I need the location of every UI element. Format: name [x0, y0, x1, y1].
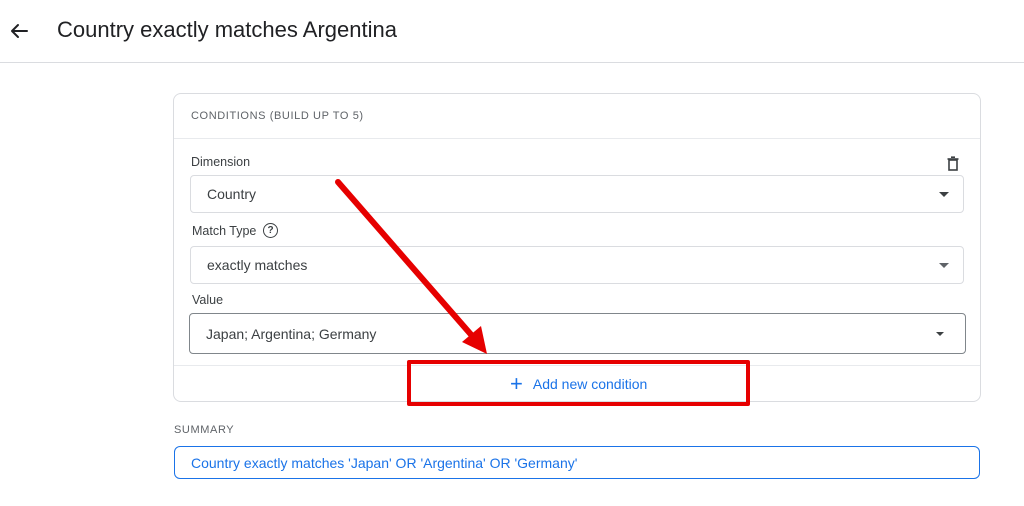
- page-header: Country exactly matches Argentina: [0, 0, 1024, 63]
- delete-condition-button[interactable]: [946, 156, 960, 177]
- chevron-down-icon: [939, 192, 949, 197]
- conditions-card: CONDITIONS (BUILD UP TO 5) Dimension Cou…: [173, 93, 981, 402]
- back-button[interactable]: [6, 18, 32, 44]
- conditions-header: CONDITIONS (BUILD UP TO 5): [174, 94, 980, 139]
- summary-box: Country exactly matches 'Japan' OR 'Arge…: [174, 446, 980, 479]
- conditions-heading: CONDITIONS (BUILD UP TO 5): [191, 110, 364, 122]
- chevron-down-icon: [939, 263, 949, 268]
- chevron-down-icon: [936, 332, 944, 336]
- summary-label: SUMMARY: [174, 424, 235, 436]
- value-select[interactable]: Japan; Argentina; Germany: [189, 313, 966, 354]
- help-circle-icon[interactable]: ?: [263, 223, 278, 238]
- dimension-label: Dimension: [191, 155, 251, 169]
- summary-text: Country exactly matches 'Japan' OR 'Arge…: [191, 455, 578, 471]
- value-label: Value: [192, 293, 224, 307]
- match-type-value: exactly matches: [207, 257, 308, 273]
- trash-icon: [947, 156, 959, 171]
- plus-icon: +: [510, 371, 523, 396]
- add-condition-label: Add new condition: [532, 376, 648, 392]
- dimension-value: Country: [207, 186, 257, 202]
- dimension-select[interactable]: Country: [190, 175, 964, 213]
- page-title: Country exactly matches Argentina: [57, 17, 397, 42]
- match-type-select[interactable]: exactly matches: [190, 246, 964, 284]
- back-arrow-icon: [11, 24, 28, 38]
- value-text: Japan; Argentina; Germany: [206, 326, 377, 342]
- add-condition-button[interactable]: + Add new condition: [510, 373, 647, 395]
- match-type-label: Match Type: [192, 224, 257, 238]
